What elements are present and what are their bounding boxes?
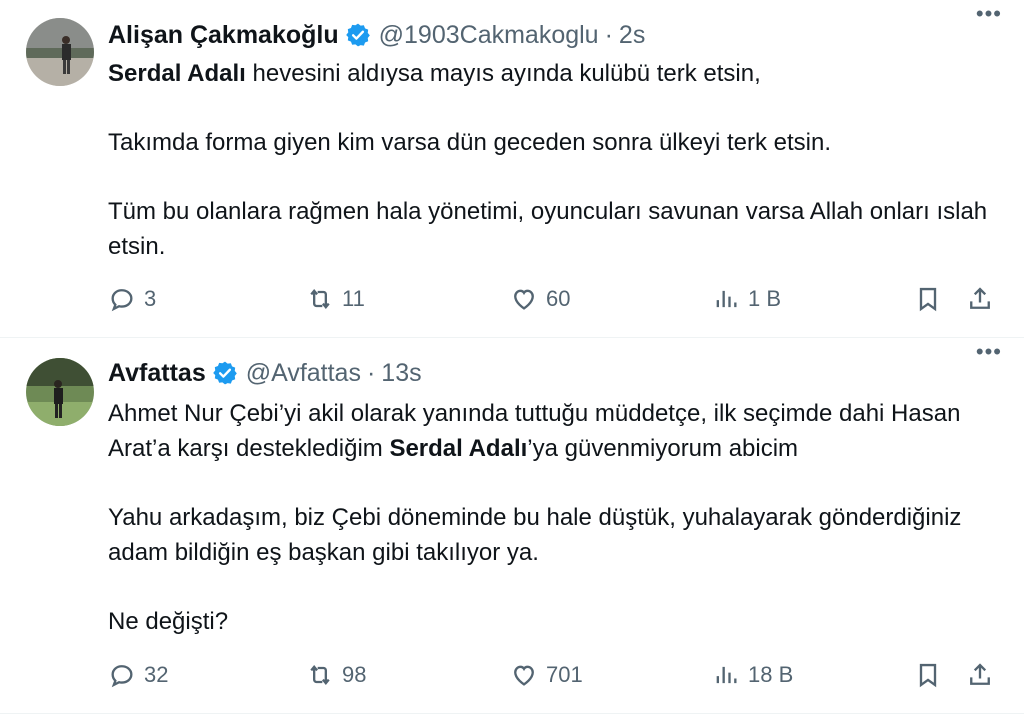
avatar[interactable] xyxy=(26,358,94,426)
tweet-paragraph: Yahu arkadaşım, biz Çebi döneminde bu ha… xyxy=(108,500,1004,570)
mention-bold: Serdal Adalı xyxy=(389,435,528,462)
reply-icon xyxy=(111,665,133,688)
text-run: Yahu arkadaşım, biz Çebi döneminde bu ha… xyxy=(108,504,962,566)
verified-badge-icon xyxy=(345,23,370,47)
separator: · xyxy=(366,359,376,387)
views-button[interactable]: 1 B xyxy=(712,282,781,316)
views-button[interactable]: 18 B xyxy=(712,658,793,692)
tweet-paragraph: Serdal Adalı hevesini aldıysa mayıs ayın… xyxy=(108,56,1004,91)
separator: · xyxy=(604,21,613,49)
author-name[interactable]: Avfattas xyxy=(108,358,206,388)
reply-button[interactable]: 32 xyxy=(108,658,168,692)
tweet-paragraph: Tüm bu olanlara rağmen hala yönetimi, oy… xyxy=(108,194,1004,264)
text-run: Takımda forma giyen kim varsa dün gecede… xyxy=(108,129,832,156)
reply-count: 3 xyxy=(144,286,157,311)
tweet[interactable]: Avfattas @Avfattas · 13s ••• Ahmet Nur Ç… xyxy=(0,338,1024,714)
reply-count: 32 xyxy=(144,662,169,687)
timestamp[interactable]: 13s xyxy=(381,358,421,388)
like-count: 60 xyxy=(546,286,571,311)
text-run: hevesini aldıysa mayıs ayında kulübü ter… xyxy=(245,60,761,87)
retweet-button[interactable]: 98 xyxy=(306,658,366,692)
text-run: ’ya güvenmiyorum abicim xyxy=(527,435,799,462)
views-icon xyxy=(716,290,737,308)
like-count: 701 xyxy=(546,662,583,687)
retweet-button[interactable]: 11 xyxy=(306,282,365,316)
text-run: Tüm bu olanlara rağmen hala yönetimi, oy… xyxy=(108,198,988,260)
action-bar: 32 98 701 18 B xyxy=(108,658,1004,692)
verified-badge-icon xyxy=(212,361,237,385)
bookmark-icon xyxy=(919,663,937,688)
tweet-text: Serdal Adalı hevesini aldıysa mayıs ayın… xyxy=(108,56,1004,264)
mention-bold: Serdal Adalı xyxy=(108,60,246,87)
views-icon xyxy=(716,666,737,684)
like-button[interactable]: 701 xyxy=(510,658,583,692)
share-icon xyxy=(970,663,990,685)
author-handle[interactable]: @1903Cakmakoglu xyxy=(379,20,599,50)
more-icon[interactable]: ••• xyxy=(976,3,1002,25)
more-icon[interactable]: ••• xyxy=(976,341,1002,363)
bookmark-icon xyxy=(919,287,937,312)
like-icon xyxy=(514,665,534,686)
reply-icon xyxy=(111,289,133,312)
retweet-icon xyxy=(310,289,330,309)
views-count: 1 B xyxy=(748,286,782,311)
like-icon xyxy=(514,289,534,310)
text-run: Ne değişti? xyxy=(108,608,229,635)
author-handle[interactable]: @Avfattas xyxy=(246,358,361,388)
retweet-count: 11 xyxy=(342,286,365,311)
bookmark-button[interactable] xyxy=(914,282,942,316)
share-button[interactable] xyxy=(966,282,994,316)
tweet-paragraph: Ahmet Nur Çebi’yi akil olarak yanında tu… xyxy=(108,396,1004,466)
tweet-paragraph: Takımda forma giyen kim varsa dün gecede… xyxy=(108,125,1004,160)
retweet-count: 98 xyxy=(342,662,367,687)
tweet-header: Alişan Çakmakoğlu @1903Cakmakoglu · 2s xyxy=(108,20,1004,50)
share-icon xyxy=(970,287,990,309)
author-name[interactable]: Alişan Çakmakoğlu xyxy=(108,20,339,50)
views-count: 18 B xyxy=(748,662,794,687)
tweet-header: Avfattas @Avfattas · 13s xyxy=(108,358,1004,388)
like-button[interactable]: 60 xyxy=(510,282,570,316)
bookmark-button[interactable] xyxy=(914,658,942,692)
tweet-text: Ahmet Nur Çebi’yi akil olarak yanında tu… xyxy=(108,396,1004,639)
tweet-paragraph: Ne değişti? xyxy=(108,604,1004,639)
timestamp[interactable]: 2s xyxy=(619,20,645,50)
avatar[interactable] xyxy=(26,18,94,86)
tweet[interactable]: Alişan Çakmakoğlu @1903Cakmakoglu · 2s •… xyxy=(0,0,1024,338)
reply-button[interactable]: 3 xyxy=(108,282,156,316)
share-button[interactable] xyxy=(966,658,994,692)
action-bar: 3 11 60 1 B xyxy=(108,282,1004,316)
retweet-icon xyxy=(310,665,330,685)
